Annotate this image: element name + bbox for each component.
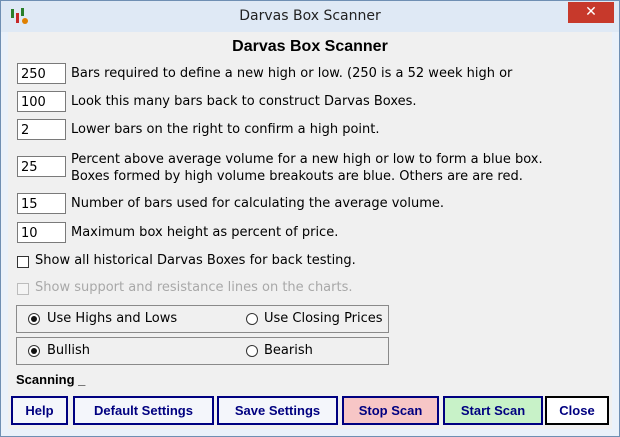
confirm-bars-input[interactable]: 2 [17,119,66,140]
help-button[interactable]: Help [11,396,68,425]
stop-scan-button[interactable]: Stop Scan [342,396,439,425]
average-volume-bars-input[interactable]: 15 [17,193,66,214]
bullish-label: Bullish [47,343,91,358]
direction-group: Bullish Bearish [16,337,389,365]
close-button[interactable]: Close [545,396,609,425]
window-title: Darvas Box Scanner [239,8,381,24]
use-closing-prices-label: Use Closing Prices [264,311,383,326]
bars-high-low-input[interactable]: 250 [17,63,66,84]
window-close-icon[interactable]: ✕ [568,2,614,23]
use-highs-lows-radio[interactable] [28,313,40,325]
dialog-body: Darvas Box Scanner 250 Bars required to … [8,32,612,429]
title-bar: Darvas Box Scanner ✕ [1,1,619,32]
bullish-radio[interactable] [28,345,40,357]
bars-high-low-label: Bars required to define a new high or lo… [71,66,513,81]
historical-boxes-checkbox[interactable] [17,256,29,268]
lookback-bars-input[interactable]: 100 [17,91,66,112]
status-text: Scanning _ [16,372,86,387]
average-volume-bars-label: Number of bars used for calculating the … [71,196,445,211]
confirm-bars-label: Lower bars on the right to confirm a hig… [71,122,380,137]
bearish-radio[interactable] [246,345,258,357]
lookback-bars-label: Look this many bars back to construct Da… [71,94,417,109]
page-title: Darvas Box Scanner [232,38,388,55]
support-resistance-label: Show support and resistance lines on the… [35,280,353,295]
volume-percent-label-line2: Boxes formed by high volume breakouts ar… [71,169,523,184]
max-box-height-label: Maximum box height as percent of price. [71,225,339,240]
volume-percent-input[interactable]: 25 [17,156,66,177]
support-resistance-checkbox [17,283,29,295]
bearish-label: Bearish [264,343,313,358]
price-mode-group: Use Highs and Lows Use Closing Prices [16,305,389,333]
use-highs-lows-label: Use Highs and Lows [47,311,178,326]
default-settings-button[interactable]: Default Settings [73,396,214,425]
use-closing-prices-radio[interactable] [246,313,258,325]
save-settings-button[interactable]: Save Settings [217,396,338,425]
max-box-height-input[interactable]: 10 [17,222,66,243]
app-window: Darvas Box Scanner ✕ Darvas Box Scanner … [0,0,620,437]
volume-percent-label-line1: Percent above average volume for a new h… [71,152,543,167]
historical-boxes-label: Show all historical Darvas Boxes for bac… [35,253,356,268]
start-scan-button[interactable]: Start Scan [443,396,543,425]
